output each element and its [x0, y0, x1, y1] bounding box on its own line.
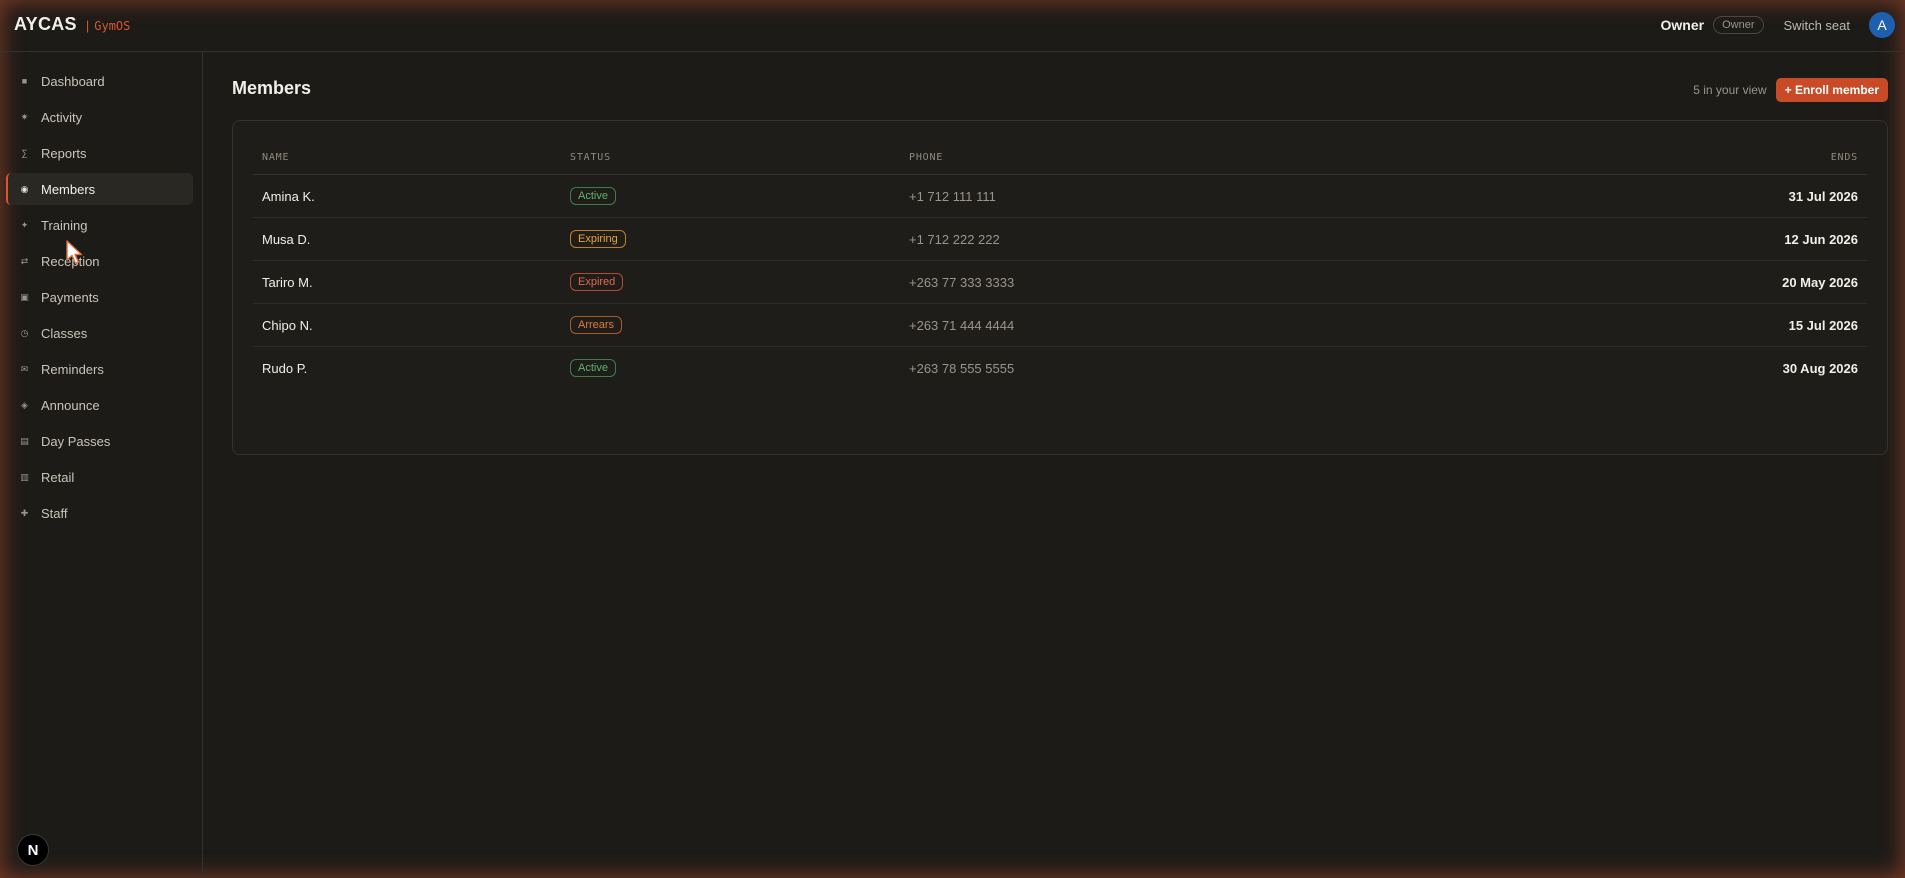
sidebar-item-label: Reports: [41, 145, 87, 161]
membership-end-date: 20 May 2026: [1782, 275, 1858, 290]
sidebar-item-dashboard[interactable]: ■ Dashboard: [6, 65, 193, 97]
member-name[interactable]: Tariro M.: [262, 275, 313, 290]
membership-end-date: 30 Aug 2026: [1782, 361, 1858, 376]
sidebar-item-payments[interactable]: ▣ Payments: [6, 281, 193, 313]
sidebar-item-announce[interactable]: ◈ Announce: [6, 389, 193, 421]
sidebar-item-label: Members: [41, 181, 96, 197]
column-header-name[interactable]: NAME: [262, 152, 289, 163]
sidebar-item-label: Payments: [41, 289, 99, 305]
card-icon: ▣: [20, 291, 29, 302]
status-badge: Arrears: [570, 316, 623, 334]
sidebar-item-label: Staff: [41, 505, 68, 521]
brand[interactable]: AYCAS | GymOS: [14, 14, 130, 35]
top-bar-actions: Owner Owner Switch seat A: [1661, 0, 1905, 50]
member-phone: +263 78 555 5555: [909, 361, 1015, 376]
sidebar-item-label: Reminders: [41, 361, 104, 377]
member-name[interactable]: Musa D.: [262, 232, 310, 247]
list-icon: ▤: [20, 435, 29, 446]
sparkle-icon: ✦: [20, 219, 29, 230]
current-role: Owner: [1660, 17, 1705, 33]
pulse-icon: ✷: [20, 111, 29, 122]
table-row[interactable]: Musa D. Expiring +1 712 222 222 12 Jun 2026: [253, 218, 1867, 261]
table-header: NAME STATUS PHONE ENDS: [253, 139, 1867, 175]
grid-icon: ■: [21, 76, 28, 86]
sidebar-item-activity[interactable]: ✷ Activity: [6, 101, 193, 133]
sidebar-item-training[interactable]: ✦ Training: [6, 209, 193, 241]
sigma-icon: ∑: [21, 148, 28, 158]
table-body: Amina K. Active +1 712 111 111 31 Jul 2026 M…: [253, 175, 1867, 390]
status-badge: Active: [570, 187, 616, 205]
sidebar-item-label: Classes: [41, 325, 88, 341]
column-header-phone[interactable]: PHONE: [909, 152, 943, 163]
sidebar-item-label: Announce: [41, 397, 100, 413]
sidebar-nav: ■ Dashboard ✷ Activity ∑ Reports ◉ Members ✦ Trai…: [6, 65, 193, 533]
table-row[interactable]: Tariro M. Expired +263 77 333 3333 20 May 2…: [253, 261, 1867, 304]
product-name: GymOS: [94, 19, 131, 33]
sidebar-item-label: Retail: [41, 469, 75, 485]
sidebar-item-label: Activity: [41, 109, 83, 125]
main-content: Members 5 in your view + Enroll member N…: [204, 52, 1905, 878]
member-phone: +263 71 444 4444: [909, 318, 1015, 333]
top-bar: AYCAS | GymOS Owner Owner Switch seat A: [0, 0, 1905, 52]
sidebar-item-staff[interactable]: ✚ Staff: [6, 497, 193, 529]
table-row[interactable]: Amina K. Active +1 712 111 111 31 Jul 2026: [253, 175, 1867, 218]
swap-icon: ⇄: [20, 255, 29, 266]
clock-icon: ◷: [20, 327, 29, 338]
member-phone: +1 712 111 111: [909, 189, 996, 204]
app-window: AYCAS | GymOS Owner Owner Switch seat A …: [0, 0, 1905, 878]
membership-end-date: 31 Jul 2026: [1788, 189, 1858, 204]
member-name[interactable]: Amina K.: [262, 189, 315, 204]
status-badge: Active: [570, 359, 616, 377]
role-badge: Owner: [1713, 16, 1764, 34]
member-count: 5 in your view: [1693, 83, 1767, 97]
target-icon: ◉: [20, 183, 29, 194]
sidebar-item-members[interactable]: ◉ Members: [6, 173, 193, 205]
membership-end-date: 15 Jul 2026: [1788, 318, 1858, 333]
member-phone: +263 77 333 3333: [909, 275, 1015, 290]
column-header-ends[interactable]: ENDS: [1831, 152, 1858, 163]
column-header-status[interactable]: STATUS: [570, 152, 611, 163]
enroll-member-button[interactable]: + Enroll member: [1775, 78, 1888, 102]
plus-icon: ✚: [20, 507, 29, 518]
membership-end-date: 12 Jun 2026: [1784, 232, 1858, 247]
switch-seat-link[interactable]: Switch seat: [1784, 18, 1850, 33]
member-name[interactable]: Chipo N.: [262, 318, 313, 333]
page-title: Members: [232, 78, 312, 98]
sidebar: ■ Dashboard ✷ Activity ∑ Reports ◉ Members ✦ Trai…: [0, 52, 203, 878]
sidebar-item-reminders[interactable]: ✉ Reminders: [6, 353, 193, 385]
sidebar-item-label: Training: [41, 217, 88, 233]
sidebar-item-label: Dashboard: [41, 73, 105, 89]
shop-icon: ▥: [20, 471, 29, 482]
table-row[interactable]: Rudo P. Active +263 78 555 5555 30 Aug 2026: [253, 347, 1867, 390]
brand-separator: |: [85, 18, 90, 33]
mail-icon: ✉: [20, 363, 29, 374]
sidebar-item-retail[interactable]: ▥ Retail: [6, 461, 193, 493]
members-table-card: NAME STATUS PHONE ENDS Amina K. Active +1 …: [232, 120, 1888, 455]
status-badge: Expired: [570, 273, 624, 291]
header-actions: 5 in your view + Enroll member: [1693, 78, 1888, 102]
sidebar-item-classes[interactable]: ◷ Classes: [6, 317, 193, 349]
sidebar-item-day-passes[interactable]: ▤ Day Passes: [6, 425, 193, 457]
mouse-cursor-icon: [66, 240, 83, 265]
status-badge: Expiring: [570, 230, 626, 248]
n-logo-icon[interactable]: N: [17, 834, 49, 866]
table-row[interactable]: Chipo N. Arrears +263 71 444 4444 15 Jul 20…: [253, 304, 1867, 347]
member-phone: +1 712 222 222: [909, 232, 1000, 247]
sidebar-item-label: Day Passes: [41, 433, 111, 449]
diamond-icon: ◈: [21, 399, 28, 410]
brand-name: AYCAS: [14, 14, 77, 34]
sidebar-item-reports[interactable]: ∑ Reports: [6, 137, 193, 169]
member-name[interactable]: Rudo P.: [262, 361, 307, 376]
sidebar-item-reception[interactable]: ⇄ Reception: [6, 245, 193, 277]
avatar[interactable]: A: [1869, 12, 1895, 38]
